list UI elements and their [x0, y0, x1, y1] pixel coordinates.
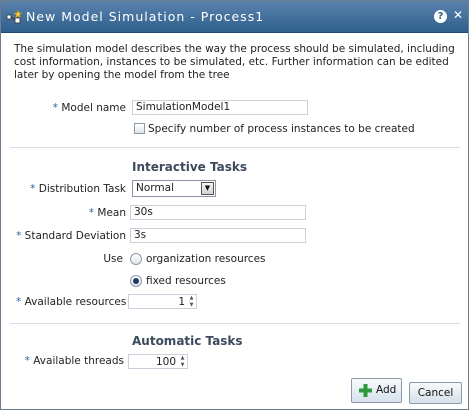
interactive-tasks-heading: Interactive Tasks	[132, 160, 248, 174]
required-marker: *	[30, 183, 36, 195]
cancel-button[interactable]: Cancel	[409, 382, 462, 404]
help-icon[interactable]: ?	[434, 10, 447, 23]
required-marker: *	[52, 102, 59, 114]
required-marker: *	[88, 207, 95, 219]
mean-label: * Mean	[41, 206, 126, 220]
distribution-task-value: Normal	[136, 182, 174, 194]
dialog-titlebar[interactable]: New Model Simulation - Process1 ? ✕	[1, 1, 468, 33]
required-marker: *	[16, 296, 22, 308]
distribution-task-select[interactable]: Normal ▼	[132, 180, 216, 197]
distribution-task-label-text: Distribution Task	[38, 183, 126, 195]
use-label: Use	[103, 253, 123, 265]
standard-deviation-label-text: Standard Deviation	[24, 230, 126, 242]
spin-down-icon[interactable]: ▼	[178, 362, 187, 368]
dialog-title: New Model Simulation - Process1	[26, 9, 265, 24]
available-resources-label: * Available resources	[16, 295, 127, 309]
standard-deviation-label: * Standard Deviation	[11, 229, 126, 243]
available-threads-value: 100	[155, 356, 176, 368]
dialog-description: The simulation model describes the way t…	[14, 43, 455, 81]
available-threads-label-text: Available threads	[33, 355, 124, 367]
model-name-field[interactable]: SimulationModel1	[132, 100, 308, 115]
chevron-down-icon[interactable]: ▼	[201, 182, 214, 195]
new-model-simulation-dialog: New Model Simulation - Process1 ? ✕ The …	[0, 0, 469, 410]
mean-label-text: Mean	[97, 207, 126, 219]
section-divider	[10, 323, 460, 324]
instances-checkbox[interactable]	[134, 123, 145, 134]
fixed-resources-label: fixed resources	[146, 275, 226, 287]
organization-resources-label: organization resources	[146, 253, 266, 265]
organization-resources-radio[interactable]	[130, 253, 142, 265]
model-name-label: * Model name	[41, 101, 126, 115]
spinner[interactable]: ▲ ▼	[187, 295, 196, 308]
mean-field[interactable]: 30s	[130, 205, 306, 220]
model-name-label-text: Model name	[61, 102, 126, 114]
close-icon[interactable]: ✕	[452, 8, 464, 23]
standard-deviation-field[interactable]: 3s	[130, 228, 306, 243]
distribution-task-label: * Distribution Task	[21, 182, 126, 196]
available-resources-value: 1	[178, 296, 185, 308]
new-model-icon	[6, 9, 22, 24]
add-button[interactable]: Add	[351, 378, 402, 403]
required-marker: *	[16, 230, 22, 242]
available-threads-label: * Available threads	[16, 354, 124, 368]
spinner[interactable]: ▲ ▼	[178, 355, 187, 368]
plus-icon	[359, 384, 372, 397]
available-resources-stepper[interactable]: 1 ▲ ▼	[128, 294, 197, 309]
available-resources-label-text: Available resources	[24, 296, 127, 308]
automatic-tasks-heading: Automatic Tasks	[132, 334, 243, 348]
spin-up-icon[interactable]: ▲	[178, 355, 187, 361]
section-divider	[10, 147, 460, 148]
add-button-label: Add	[376, 384, 397, 396]
spin-up-icon[interactable]: ▲	[187, 295, 196, 301]
required-marker: *	[24, 355, 30, 367]
instances-checkbox-label: Specify number of process instances to b…	[148, 123, 415, 135]
spin-down-icon[interactable]: ▼	[187, 302, 196, 308]
fixed-resources-radio[interactable]	[130, 275, 142, 287]
available-threads-stepper[interactable]: 100 ▲ ▼	[128, 354, 188, 369]
